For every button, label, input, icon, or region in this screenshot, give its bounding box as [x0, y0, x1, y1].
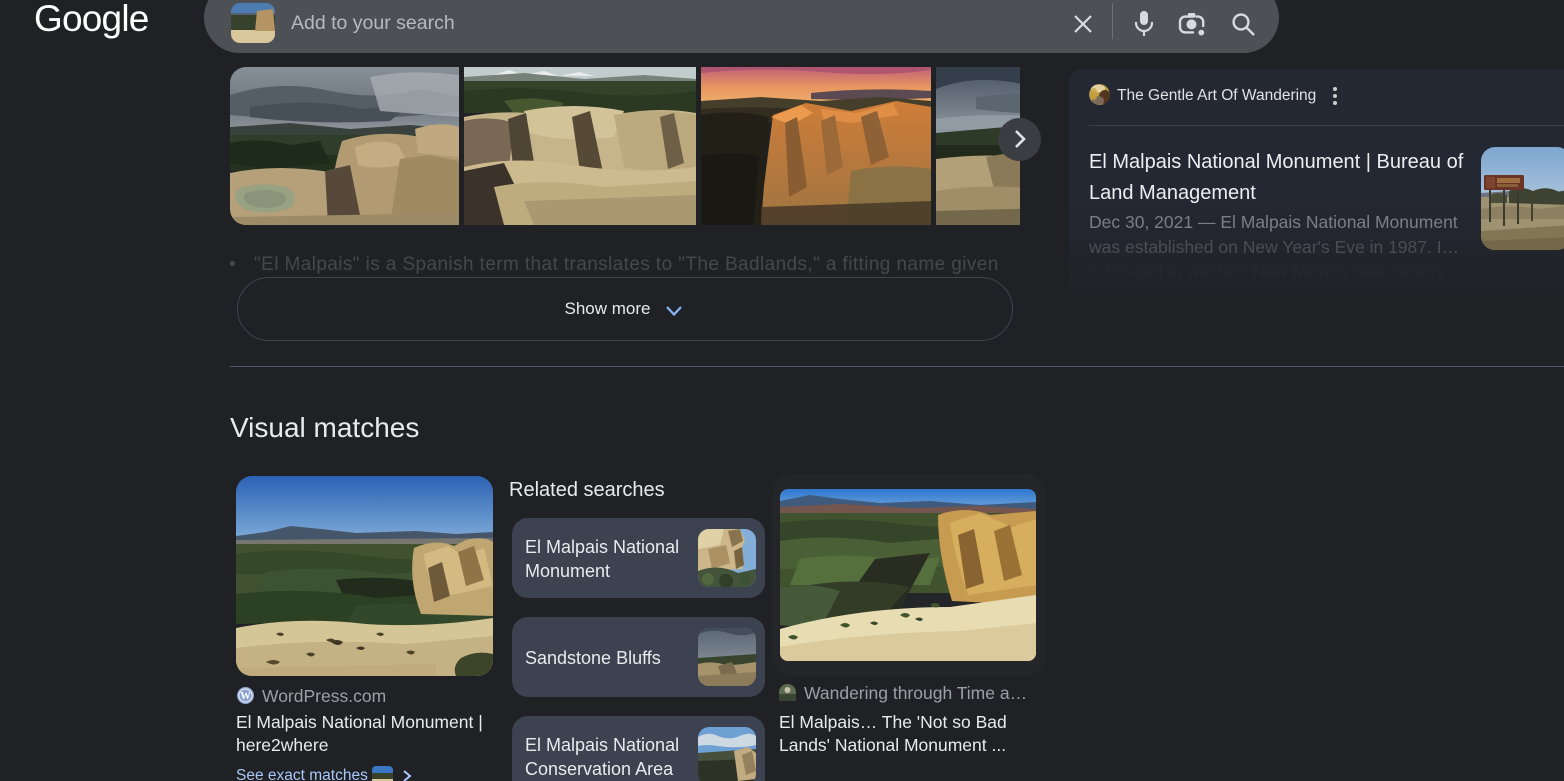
svg-text:W: W — [240, 691, 251, 702]
